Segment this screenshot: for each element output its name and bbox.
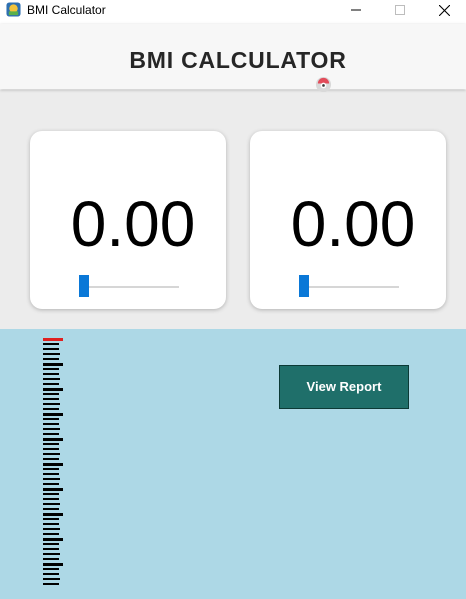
- bmi-scale: [0, 329, 120, 599]
- app-header: BMI CALCULATOR: [0, 24, 466, 93]
- scale-tick: [43, 443, 59, 445]
- height-value: 0.00: [290, 188, 416, 260]
- slider-thumb[interactable]: [299, 275, 309, 297]
- scale-tick: [43, 353, 60, 355]
- scale-tick: [43, 343, 59, 345]
- scale-tick: [43, 448, 59, 450]
- slider-thumb[interactable]: [79, 275, 89, 297]
- scale-tick: [43, 428, 60, 430]
- scale-tick: [43, 433, 59, 435]
- minimize-button[interactable]: [334, 0, 378, 20]
- scale-tick: [43, 553, 60, 555]
- app-title: BMI CALCULATOR: [129, 47, 347, 73]
- scale-tick: [43, 558, 59, 560]
- scale-tick: [43, 563, 63, 566]
- height-slider[interactable]: [299, 275, 399, 299]
- height-card: 0.00: [250, 131, 446, 309]
- scale-tick: [43, 523, 59, 525]
- weight-value: 0.00: [70, 188, 196, 260]
- scale-tick: [43, 413, 63, 416]
- scale-tick: [43, 438, 63, 441]
- scale-tick: [43, 373, 59, 375]
- window-titlebar: BMI Calculator: [0, 0, 466, 20]
- scale-tick: [43, 578, 60, 580]
- scale-tick: [43, 498, 59, 500]
- scale-tick: [43, 543, 59, 545]
- scale-tick: [43, 573, 59, 575]
- scale-tick: [43, 393, 59, 395]
- scale-tick: [43, 533, 59, 535]
- scale-tick: [43, 493, 59, 495]
- scale-tick: [43, 378, 60, 380]
- weight-card: 0.00: [30, 131, 226, 309]
- scale-tick: [43, 463, 63, 466]
- scale-tick: [43, 548, 59, 550]
- scale-tick: [43, 473, 59, 475]
- window-title: BMI Calculator: [27, 3, 106, 17]
- scale-tick: [43, 538, 63, 541]
- scale-tick: [43, 423, 59, 425]
- scale-tick: [43, 478, 60, 480]
- result-panel: View Report: [0, 329, 466, 599]
- scale-tick: [43, 458, 59, 460]
- scale-indicator: [43, 338, 63, 341]
- scale-tick: [43, 528, 60, 530]
- app-icon: [6, 2, 21, 17]
- scale-tick: [43, 488, 63, 491]
- close-icon: [438, 4, 450, 16]
- scale-tick: [43, 468, 59, 470]
- scale-tick: [43, 418, 59, 420]
- scale-tick: [43, 583, 59, 585]
- slider-track: [299, 286, 399, 288]
- scale-tick: [43, 358, 59, 360]
- scale-tick: [43, 408, 59, 410]
- scale-tick: [43, 513, 63, 516]
- scale-tick: [43, 508, 59, 510]
- scale-tick: [43, 568, 59, 570]
- scale-tick: [43, 398, 59, 400]
- view-report-button[interactable]: View Report: [279, 365, 409, 409]
- scale-tick: [43, 403, 60, 405]
- input-cards-area: 0.00 0.00: [0, 90, 466, 329]
- scale-tick: [43, 453, 60, 455]
- scale-tick: [43, 388, 63, 391]
- close-button[interactable]: [422, 0, 466, 20]
- scale-tick: [43, 368, 59, 370]
- maximize-button[interactable]: [378, 0, 422, 20]
- weight-slider[interactable]: [79, 275, 179, 299]
- scale-tick: [43, 363, 63, 366]
- scale-tick: [43, 503, 60, 505]
- scale-tick: [43, 348, 59, 350]
- maximize-icon: [395, 5, 405, 15]
- slider-track: [79, 286, 179, 288]
- scale-tick: [43, 483, 59, 485]
- scale-tick: [43, 383, 59, 385]
- minimize-icon: [351, 9, 361, 11]
- scale-tick: [43, 518, 59, 520]
- badge-icon: [315, 76, 332, 93]
